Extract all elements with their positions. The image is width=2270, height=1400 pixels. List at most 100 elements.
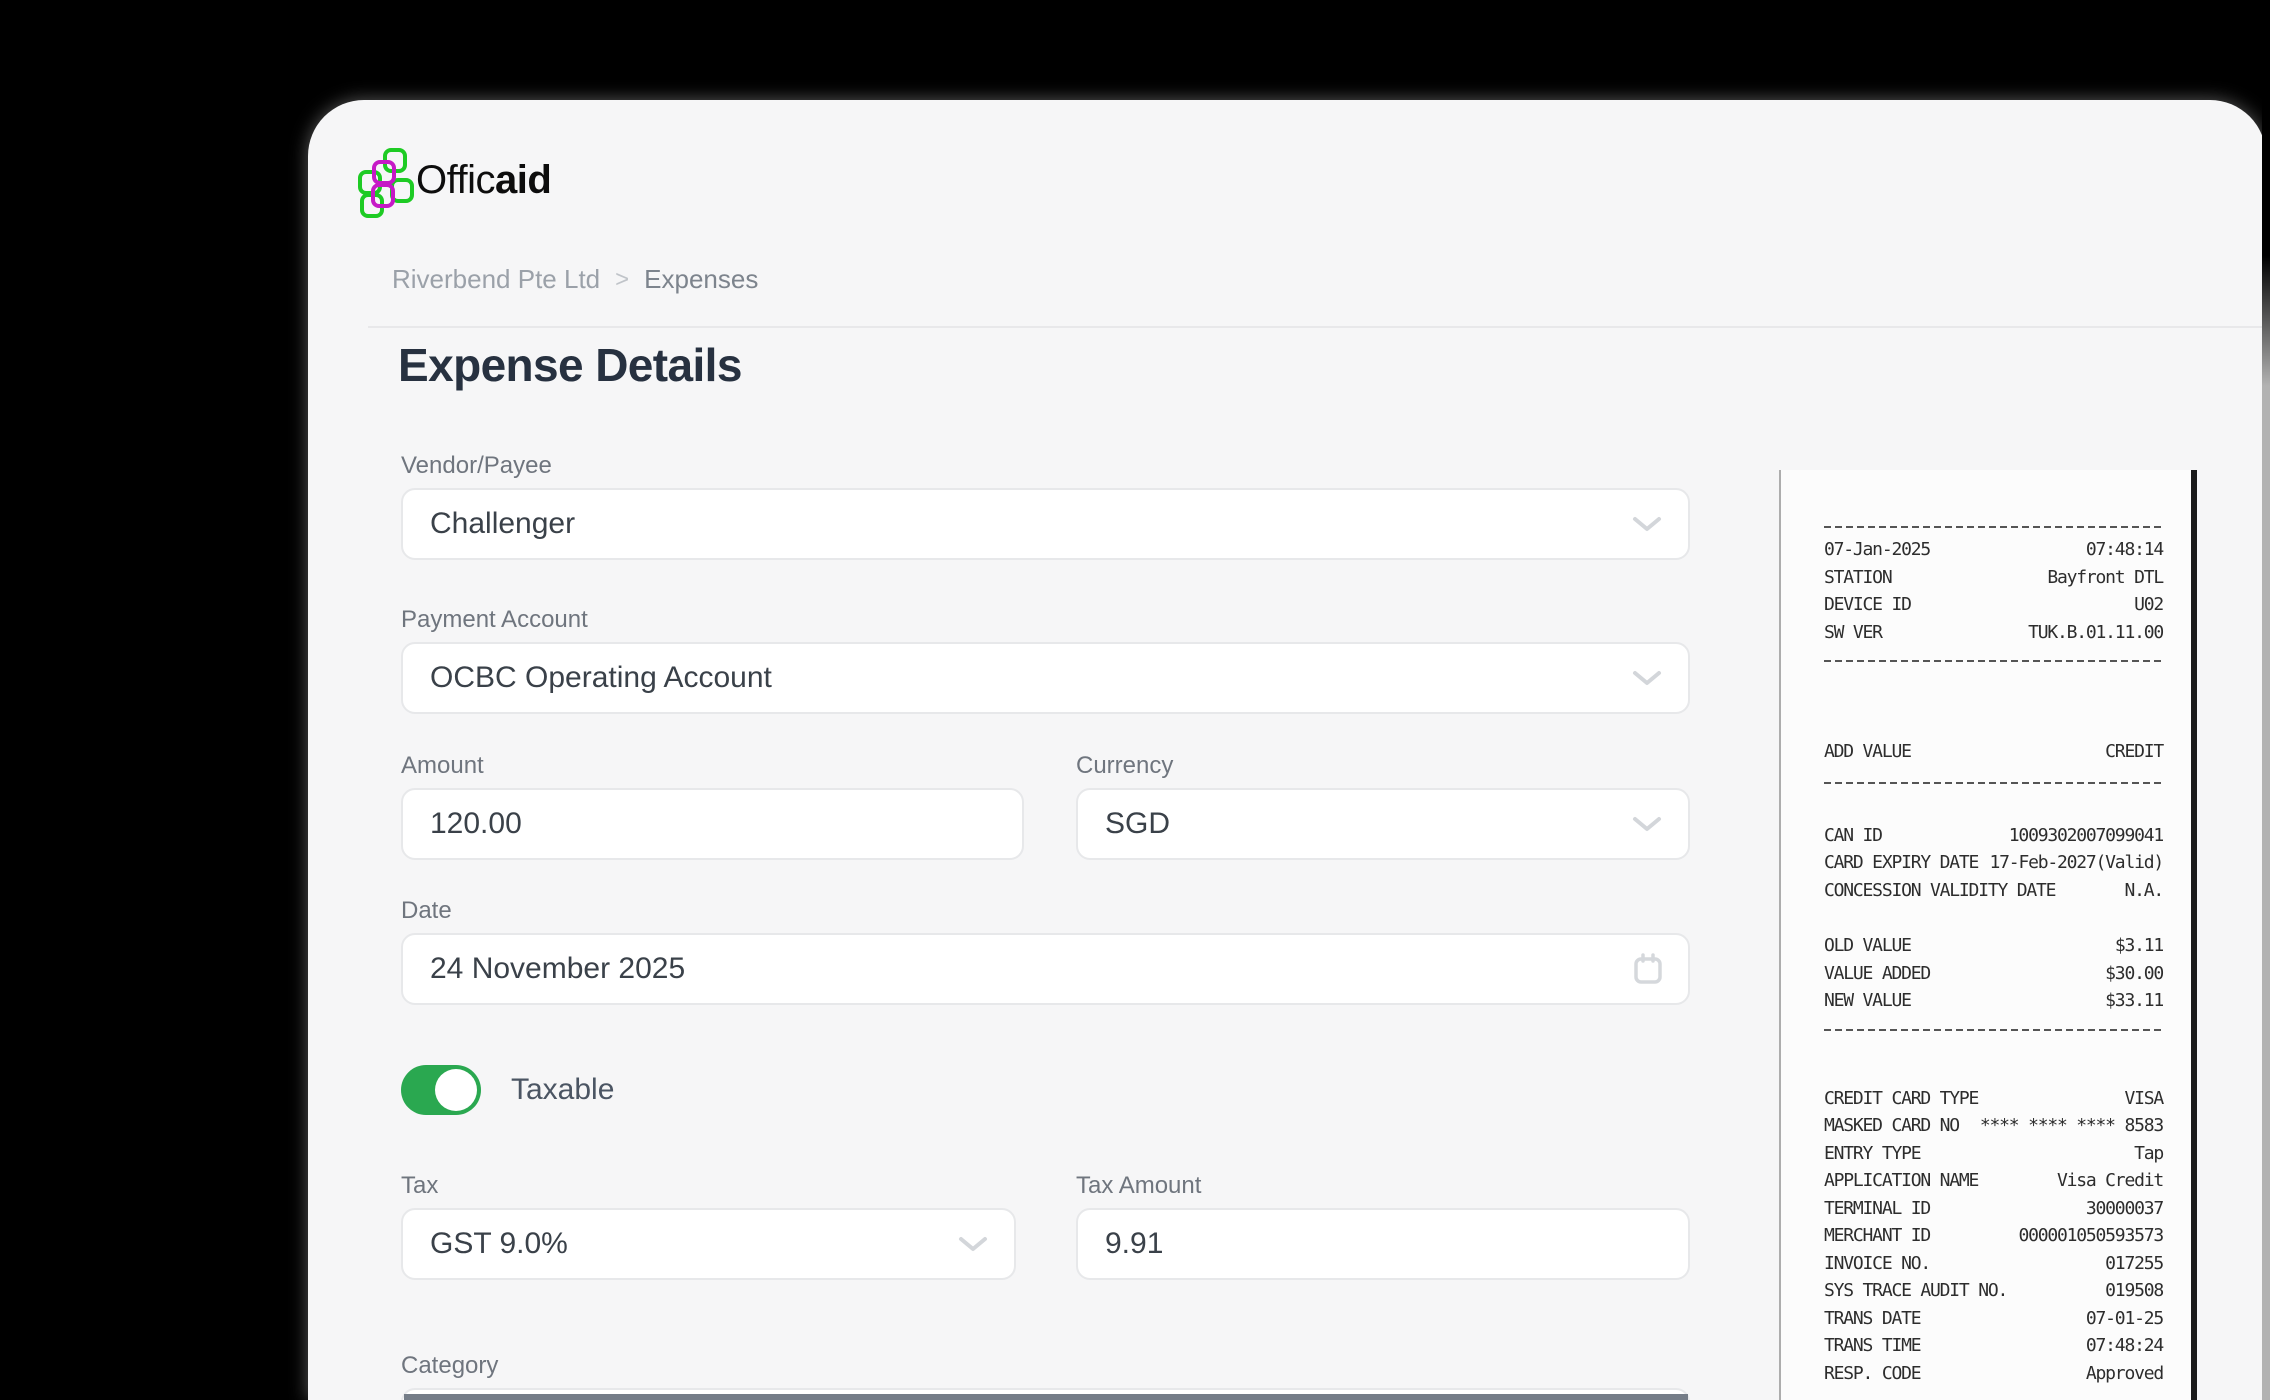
receipt-row: INVOICE NO. 017255 — [1824, 1250, 2164, 1278]
payment-account-value: OCBC Operating Account — [430, 661, 772, 694]
date-input[interactable]: 24 November 2025 — [401, 933, 1690, 1005]
receipt-row-label: APPLICATION NAME — [1824, 1170, 1979, 1191]
receipt-row-label: VALUE ADDED — [1824, 962, 1931, 984]
payment-account-label: Payment Account — [401, 606, 588, 633]
toggle-knob — [435, 1069, 477, 1111]
receipt-row-value: 30000037 — [2085, 1197, 2164, 1219]
receipt-row-value: 07:48:14 — [2085, 539, 2164, 560]
receipt-row-label: SYS TRACE AUDIT NO. — [1824, 1280, 2008, 1301]
tax-value: GST 9.0% — [430, 1227, 568, 1260]
receipt-row-label: DEVICE ID — [1824, 594, 1912, 615]
receipt-row-label: NEW VALUE — [1824, 990, 1912, 1011]
receipt-row: ENTRY TYPE Tap — [1824, 1140, 2164, 1168]
chevron-down-icon[interactable] — [1632, 670, 1662, 687]
taxable-toggle[interactable] — [401, 1065, 481, 1115]
receipt-dashed-divider — [1824, 781, 2163, 784]
receipt-row-block: 07-Jan-2025 07:48:14 STATION Bayfront DTL DE… — [1824, 536, 2164, 647]
vendor-label: Vendor/Payee — [401, 452, 552, 479]
breadcrumb-separator-icon: > — [615, 265, 630, 293]
tax-amount-input[interactable] — [1105, 1227, 1624, 1261]
receipt-row-label: STATION — [1824, 566, 1893, 588]
breadcrumb-section-expenses[interactable]: Expenses — [644, 264, 758, 295]
tax-label: Tax — [401, 1172, 439, 1199]
tax-amount-field-group: Tax Amount — [1076, 1172, 1690, 1280]
officaid-logo-icon — [358, 146, 416, 218]
receipt-row-label: TRANS TIME — [1824, 1335, 1922, 1356]
receipt-row: DEVICE ID U02 — [1824, 591, 2164, 619]
category-field-group: Category — [401, 1352, 1690, 1400]
date-label: Date — [401, 897, 452, 924]
receipt-row-label: ENTRY TYPE — [1824, 1142, 1922, 1164]
tax-amount-input-box — [1076, 1208, 1690, 1280]
receipt-row-value: Tap — [2134, 1142, 2164, 1164]
receipt-row-label: CAN ID — [1824, 824, 1883, 846]
header-divider — [368, 326, 2266, 328]
receipt-row: CAN ID 1009302007099041 — [1824, 822, 2164, 850]
logo-square-magenta-1 — [372, 160, 396, 185]
receipt-row-label: INVOICE NO. — [1824, 1252, 1931, 1274]
amount-input[interactable] — [430, 807, 958, 841]
vendor-select[interactable]: Challenger — [401, 488, 1690, 560]
receipt-row-block: CAN ID 1009302007099041 CARD EXPIRY DATE 17… — [1824, 822, 2165, 905]
vendor-field-group: Vendor/Payee Challenger — [401, 452, 1690, 560]
receipt-row: TERMINAL ID 30000037 — [1824, 1195, 2164, 1223]
receipt-row-value: Approved — [2085, 1362, 2164, 1384]
category-label: Category — [401, 1352, 499, 1379]
receipt-row: VALUE ADDED $30.00 — [1824, 960, 2164, 988]
receipt-row-label: 07-Jan-2025 — [1824, 539, 1931, 560]
receipt-row-value: 07:48:24 — [2085, 1335, 2164, 1356]
receipt-row: NEW VALUE $33.11 — [1824, 987, 2164, 1015]
chevron-down-icon[interactable] — [1632, 516, 1662, 533]
receipt-row-value: Visa Credit — [2056, 1170, 2164, 1191]
calendar-icon[interactable] — [1632, 952, 1664, 986]
tax-field-group: Tax GST 9.0% — [401, 1172, 1016, 1280]
amount-label: Amount — [401, 752, 484, 779]
amount-input-box — [401, 788, 1024, 860]
receipt-row-label: TERMINAL ID — [1824, 1197, 1931, 1219]
receipt-row-block: CREDIT CARD TYPE VISA MASKED CARD NO **** *… — [1824, 1085, 2164, 1388]
date-field-group: Date 24 November 2025 — [401, 897, 1690, 1005]
receipt-row-value: 1009302007099041 — [2008, 824, 2164, 846]
chevron-down-icon[interactable] — [958, 1236, 988, 1253]
receipt-row-value: 17-Feb-2027(Valid) — [1989, 852, 2165, 873]
date-value: 24 November 2025 — [430, 952, 686, 985]
receipt-row-value: VISA — [2124, 1087, 2164, 1109]
receipt-row-value: 000001050593573 — [2018, 1225, 2164, 1246]
card-edge-shadow — [2262, 100, 2270, 1400]
currency-field-group: Currency SGD — [1076, 752, 1690, 860]
receipt-row-value: CREDIT — [2105, 741, 2164, 762]
receipt-row-value: U02 — [2134, 594, 2164, 615]
breadcrumb-company[interactable]: Riverbend Pte Ltd — [392, 264, 600, 295]
receipt-row: CREDIT CARD TYPE VISA — [1824, 1085, 2164, 1113]
currency-select[interactable]: SGD — [1076, 788, 1690, 860]
receipt-row-value: TUK.B.01.11.00 — [2028, 621, 2164, 643]
receipt-row-label: MERCHANT ID — [1824, 1225, 1931, 1246]
receipt-row-value: Bayfront DTL — [2047, 566, 2164, 588]
receipt-row-label: CARD EXPIRY DATE — [1824, 852, 1979, 873]
receipt-row-value: 019508 — [2105, 1280, 2164, 1301]
receipt-row: CARD EXPIRY DATE 17-Feb-2027(Valid) — [1824, 849, 2165, 877]
category-cutoff-bar — [404, 1394, 1688, 1400]
brand-name-bold: aid — [495, 158, 552, 202]
amount-field-group: Amount — [401, 752, 1024, 860]
brand-name-regular: Offic — [416, 158, 496, 202]
chevron-down-icon[interactable] — [1632, 816, 1662, 833]
receipt-row-value: $30.00 — [2105, 962, 2164, 984]
receipt-row-label: OLD VALUE — [1824, 935, 1912, 956]
receipt-row: ADD VALUE CREDIT — [1824, 738, 2164, 766]
app-card: Officaid Riverbend Pte Ltd > Expenses Ex… — [308, 100, 2266, 1400]
brand-wordmark: Officaid — [416, 154, 552, 206]
receipt-row: CONCESSION VALIDITY DATE N.A. — [1824, 877, 2164, 905]
receipt-row-value: 07-01-25 — [2085, 1307, 2164, 1329]
receipt-row: STATION Bayfront DTL — [1824, 564, 2164, 592]
receipt-dashed-divider — [1824, 1028, 2163, 1031]
tax-select[interactable]: GST 9.0% — [401, 1208, 1016, 1280]
receipt-row-label: CREDIT CARD TYPE — [1824, 1087, 1979, 1109]
payment-account-select[interactable]: OCBC Operating Account — [401, 642, 1690, 714]
taxable-toggle-row: Taxable — [401, 1065, 614, 1115]
receipt-row: MASKED CARD NO **** **** **** 8583 — [1824, 1112, 2164, 1140]
logo-square-magenta-2 — [371, 183, 395, 208]
receipt-row: SW VER TUK.B.01.11.00 — [1824, 619, 2164, 647]
receipt-row: OLD VALUE $3.11 — [1824, 932, 2164, 960]
receipt-row: RESP. CODE Approved — [1824, 1360, 2164, 1388]
